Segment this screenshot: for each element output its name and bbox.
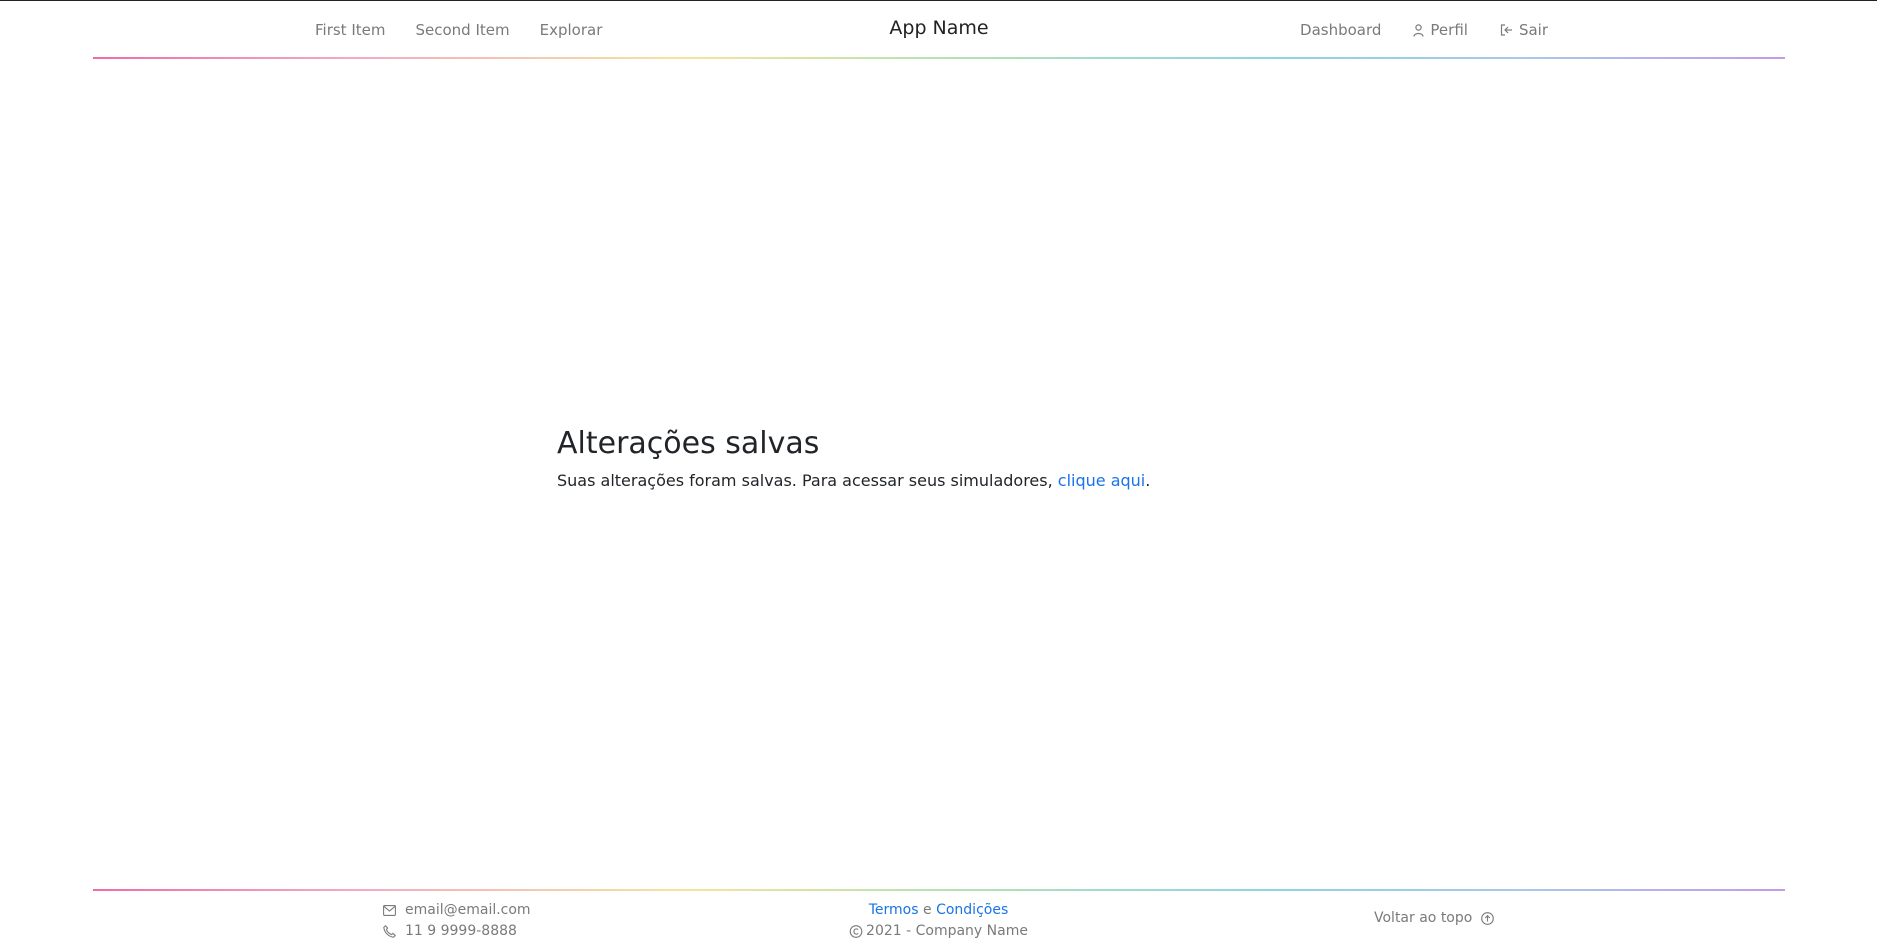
nav-item-first[interactable]: First Item	[315, 21, 385, 39]
nav-item-sair[interactable]: Sair	[1500, 21, 1548, 39]
terms-conjunction: e	[923, 902, 932, 918]
nav-item-second[interactable]: Second Item	[415, 21, 509, 39]
footer-phone: 11 9 9999-8888	[405, 923, 517, 939]
simulators-link[interactable]: clique aqui	[1058, 471, 1145, 490]
back-to-top-label: Voltar ao topo	[1374, 910, 1473, 926]
footer-divider	[93, 889, 1785, 891]
app-brand[interactable]: App Name	[889, 17, 988, 39]
envelope-icon	[383, 905, 396, 916]
header-divider	[93, 57, 1785, 59]
footer-copyright: 2021 - Company Name	[866, 923, 1028, 939]
conditions-link[interactable]: Condições	[936, 902, 1008, 918]
page-title: Alterações salvas	[557, 426, 820, 461]
footer-phone-row: 11 9 9999-8888	[383, 921, 531, 942]
nav-item-perfil[interactable]: Perfil	[1413, 21, 1468, 39]
nav-right: Dashboard Perfil Sair	[1300, 21, 1548, 39]
nav-item-dashboard-label: Dashboard	[1300, 21, 1382, 39]
user-icon	[1413, 23, 1425, 37]
nav-item-perfil-label: Perfil	[1430, 21, 1468, 39]
terms-link[interactable]: Termos	[869, 902, 919, 918]
status-message-text: Suas alterações foram salvas. Para acess…	[557, 471, 1058, 490]
status-message: Suas alterações foram salvas. Para acess…	[557, 471, 1150, 490]
top-navbar: First Item Second Item Explorar App Name…	[93, 1, 1785, 58]
main-content: Alterações salvas Suas alterações foram …	[557, 426, 1150, 490]
nav-item-explorar[interactable]: Explorar	[540, 21, 603, 39]
nav-item-sair-label: Sair	[1518, 21, 1548, 39]
arrow-up-circle-icon	[1481, 911, 1495, 925]
nav-left: First Item Second Item Explorar	[315, 21, 602, 39]
logout-icon	[1500, 24, 1513, 36]
status-message-end: .	[1145, 471, 1151, 490]
page: First Item Second Item Explorar App Name…	[0, 0, 1877, 949]
copyright-icon	[849, 925, 862, 938]
footer-contact: email@email.com 11 9 9999-8888	[383, 900, 531, 942]
footer-legal: Termos e Condições 2021 - Company Name	[849, 900, 1028, 942]
footer-email-row: email@email.com	[383, 900, 531, 921]
footer-terms-line: Termos e Condições	[849, 900, 1028, 921]
nav-item-dashboard[interactable]: Dashboard	[1300, 21, 1381, 39]
back-to-top-button[interactable]: Voltar ao topo	[1374, 910, 1495, 926]
phone-icon	[383, 925, 396, 938]
footer-copyright-line: 2021 - Company Name	[849, 921, 1028, 942]
footer-email: email@email.com	[405, 902, 531, 918]
